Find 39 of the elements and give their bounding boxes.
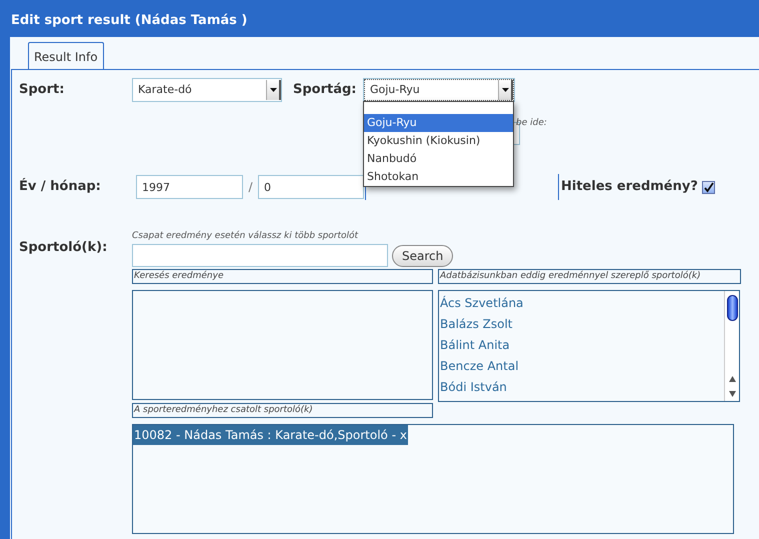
caret-icon [502,88,508,92]
list-caption: Adatbázisunkban eddig eredménnyel szereplő sportoló(k) [438,269,741,284]
athlete-list[interactable]: Ács Szvetlána Balázs Zsolt Bálint Anita Bencze Antal Bódi István [438,290,740,402]
dropdown-option[interactable]: Shotokan [364,168,513,186]
field-label: Év / hónap: [18,177,102,196]
scroll-down-icon[interactable] [728,390,736,398]
tab[interactable]: Result Info [28,42,104,70]
athlete-item[interactable]: Bálint Anita [440,335,724,356]
search-field[interactable] [132,244,388,267]
athlete-item[interactable]: Ács Szvetlána [440,293,724,314]
field-label: Sport: [18,81,66,100]
sportag-select[interactable]: Goju-Ryu [364,79,514,101]
checkbox-label: Hiteles eredmény? [561,178,698,196]
dropdown-option[interactable]: Kyokushin (Kiokusin) [364,132,513,150]
search-button[interactable]: Search [392,244,454,266]
hint-text: Csapat eredmény esetén válassz ki több sportolót [132,230,360,243]
checkbox[interactable] [702,180,715,194]
list-caption: A sporteredményhez csatolt sportoló(k) [132,403,433,418]
athlete-item[interactable]: Balázs Zsolt [440,314,724,335]
search-results-list[interactable] [132,290,433,400]
scrollbar-thumb[interactable] [726,295,738,321]
scroll-up-icon[interactable] [728,375,736,383]
list-caption: Keresés eredménye [132,269,433,284]
field-label: Sportoló(k): [18,239,108,257]
separator-text: / [247,179,254,196]
month-field[interactable]: 0 [258,175,364,199]
athlete-item[interactable]: Bencze Antal [440,356,724,377]
field-label: Sportág: [293,81,358,100]
scrollbar[interactable] [724,291,739,401]
hint-text: be ide: [516,118,547,128]
sport-select[interactable]: Karate-dó [132,78,282,102]
dropdown-option[interactable]: Nanbudó [364,150,513,168]
dropdown-option[interactable]: Goju-Ryu [364,114,513,132]
athlete-item[interactable]: Bódi István [440,377,724,398]
dropdown-list[interactable]: Goju-Ryu Kyokushin (Kiokusin) Nanbudó Shotokan [363,101,514,187]
attached-list[interactable]: 10082 - Nádas Tamás : Karate-dó,Sportoló - x [132,424,734,534]
caret-icon [270,88,276,92]
attached-item[interactable]: 10082 - Nádas Tamás : Karate-dó,Sportoló - x [133,425,408,445]
year-field[interactable]: 1997 [136,175,243,199]
